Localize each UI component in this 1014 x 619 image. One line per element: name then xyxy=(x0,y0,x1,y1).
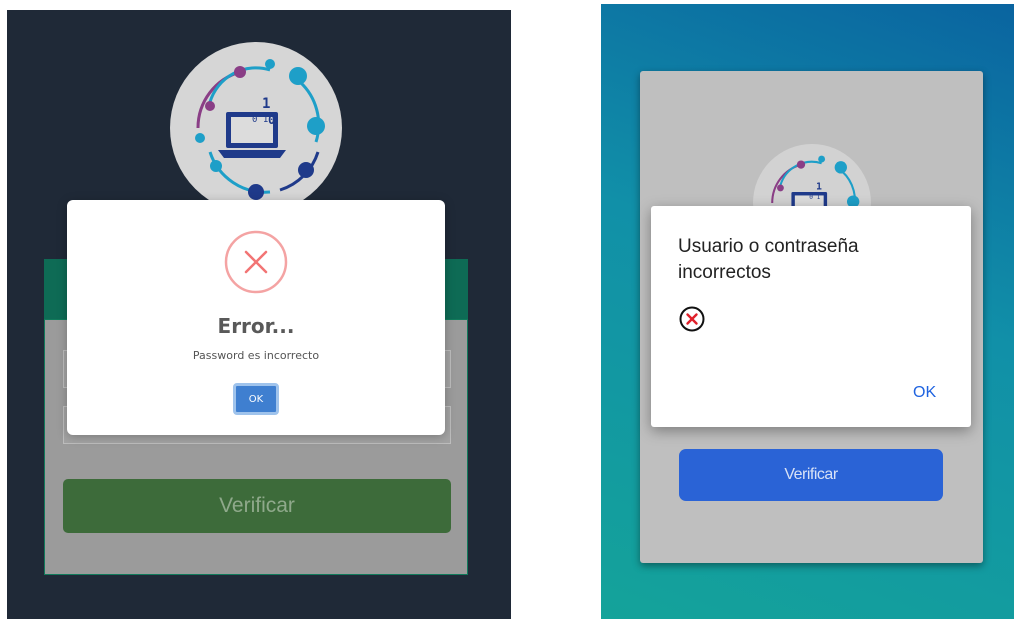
dialog-title: Usuario o contraseña incorrectos xyxy=(678,236,859,283)
svg-text:0 1: 0 1 xyxy=(809,194,820,201)
app-logo: 1 0 1 0 xyxy=(170,42,342,214)
left-panel: 1 0 1 0 Verificar Error... Password es i… xyxy=(7,10,511,619)
svg-text:1: 1 xyxy=(816,181,822,192)
svg-text:0 1: 0 1 xyxy=(252,115,268,125)
laptop-network-logo-icon: 1 0 1 0 xyxy=(195,59,325,200)
error-message: Password es incorrecto xyxy=(192,349,320,362)
error-dialog: Usuario o contraseña incorrectos OK xyxy=(651,206,971,427)
error-circle-icon xyxy=(679,306,705,332)
ok-button[interactable]: OK xyxy=(913,384,936,402)
verify-button[interactable]: Verificar xyxy=(63,479,451,533)
error-modal: Error... Password es incorrecto OK xyxy=(67,200,445,435)
ok-button[interactable]: OK xyxy=(233,383,279,415)
error-title: Error... xyxy=(217,314,295,338)
verify-button[interactable]: Verificar xyxy=(679,449,943,501)
right-panel: 1 0 1 Verificar Usuario o contraseña inc… xyxy=(601,4,1014,619)
error-x-icon xyxy=(224,230,288,294)
svg-text:0: 0 xyxy=(268,113,275,127)
svg-text:1: 1 xyxy=(262,96,270,112)
